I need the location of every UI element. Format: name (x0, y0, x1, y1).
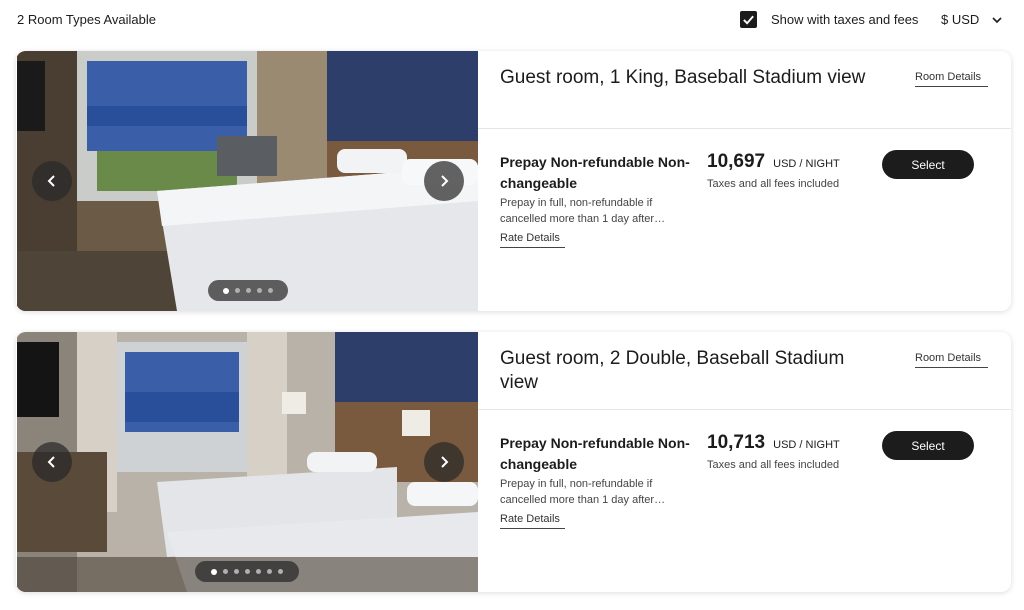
chevron-left-icon (47, 175, 55, 187)
gallery-pagination (208, 280, 288, 301)
tax-toggle[interactable]: Show with taxes and fees (740, 11, 918, 28)
price: 10,697 USD / NIGHT (707, 151, 840, 173)
rate-details-link[interactable]: Rate Details (500, 232, 565, 248)
room-title: Guest room, 1 King, Baseball Stadium vie… (500, 67, 866, 88)
chevron-right-icon (441, 175, 449, 187)
gallery-dot[interactable] (245, 569, 250, 574)
gallery-next-button[interactable] (424, 161, 464, 201)
gallery-prev-button[interactable] (32, 442, 72, 482)
room-title: Guest room, 2 Double, Baseball Stadium v… (500, 348, 845, 393)
chevron-left-icon (47, 456, 55, 468)
price-unit: USD / NIGHT (773, 158, 840, 170)
results-header: 2 Room Types Available Show with taxes a… (0, 0, 1024, 40)
room-count-label: 2 Room Types Available (17, 12, 156, 27)
check-icon (743, 15, 754, 25)
chevron-right-icon (441, 456, 449, 468)
room-info: Guest room, 2 Double, Baseball Stadium v… (478, 332, 1011, 592)
gallery-dot[interactable] (246, 288, 251, 293)
rate-name: Prepay Non-refundable Non-changeable (500, 435, 690, 472)
gallery-prev-button[interactable] (32, 161, 72, 201)
gallery-dot[interactable] (223, 287, 229, 294)
divider (478, 409, 1011, 410)
gallery-dot[interactable] (235, 288, 240, 293)
rate-description: Prepay in full, non-refundable if cancel… (500, 478, 666, 506)
room-photo-gallery[interactable] (17, 51, 478, 311)
tax-checkbox[interactable] (740, 11, 757, 28)
currency-label: $ USD (941, 12, 980, 27)
price-note: Taxes and all fees included (707, 459, 840, 471)
rate-details-link[interactable]: Rate Details (500, 513, 565, 529)
room-photo-gallery[interactable] (17, 332, 478, 592)
gallery-dot[interactable] (257, 288, 262, 293)
gallery-dot[interactable] (211, 568, 217, 575)
tax-toggle-label: Show with taxes and fees (771, 12, 919, 27)
select-button[interactable]: Select (882, 431, 974, 460)
hotel-room-photo-icon (17, 332, 478, 592)
room-details-link[interactable]: Room Details (915, 71, 988, 87)
room-card: Guest room, 1 King, Baseball Stadium vie… (16, 51, 1011, 311)
gallery-next-button[interactable] (424, 442, 464, 482)
price-note: Taxes and all fees included (707, 178, 840, 190)
rate-name: Prepay Non-refundable Non-changeable (500, 154, 690, 191)
price-amount: 10,713 (707, 432, 766, 453)
gallery-dot[interactable] (268, 288, 273, 293)
gallery-pagination (195, 561, 299, 582)
currency-selector[interactable]: $ USD (941, 12, 1003, 27)
room-card: Guest room, 2 Double, Baseball Stadium v… (16, 332, 1011, 592)
gallery-dot[interactable] (223, 569, 228, 574)
price-amount: 10,697 (707, 151, 766, 172)
rate-description: Prepay in full, non-refundable if cancel… (500, 197, 666, 225)
gallery-dot[interactable] (234, 569, 239, 574)
gallery-dot[interactable] (256, 569, 261, 574)
hotel-room-photo-icon (17, 51, 478, 311)
price-unit: USD / NIGHT (773, 439, 840, 451)
chevron-down-icon (992, 16, 1002, 23)
room-info: Guest room, 1 King, Baseball Stadium vie… (478, 51, 1011, 311)
divider (478, 128, 1011, 129)
gallery-dot[interactable] (267, 569, 272, 574)
gallery-dot[interactable] (278, 569, 283, 574)
select-button[interactable]: Select (882, 150, 974, 179)
price: 10,713 USD / NIGHT (707, 432, 840, 454)
room-details-link[interactable]: Room Details (915, 352, 988, 368)
